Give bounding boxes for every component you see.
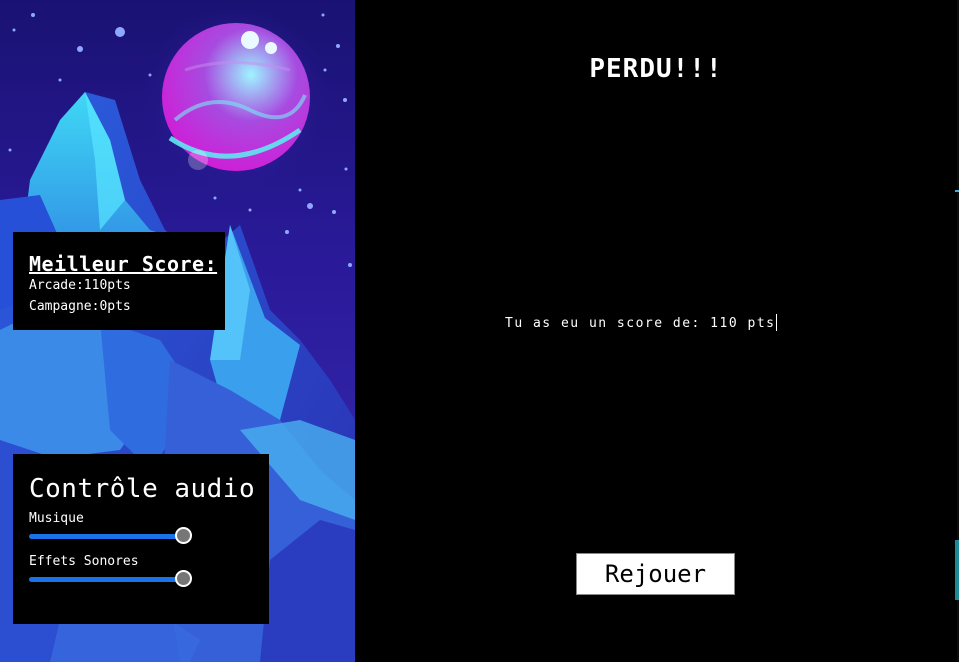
music-slider-label: Musique <box>29 511 84 526</box>
best-score-panel: Meilleur Score: Arcade:110pts Campagne:0… <box>13 232 225 330</box>
slider-track <box>29 577 179 582</box>
edge-mark <box>955 540 959 600</box>
edge-mark <box>955 190 959 192</box>
space-background: Meilleur Score: Arcade:110pts Campagne:0… <box>0 0 355 662</box>
game-over-title: PERDU!!! <box>589 54 723 84</box>
slider-thumb[interactable] <box>174 527 192 544</box>
music-volume-slider[interactable] <box>29 527 192 547</box>
final-score-message: Tu as eu un score de: 110 pts <box>505 314 778 331</box>
final-score-text: Tu as eu un score de: 110 pts <box>505 316 776 331</box>
sfx-slider-label: Effets Sonores <box>29 554 139 569</box>
best-score-title: Meilleur Score: <box>29 252 218 276</box>
arcade-score: Arcade:110pts <box>29 278 131 293</box>
audio-control-panel: Contrôle audio Musique Effets Sonores <box>13 454 269 624</box>
replay-button[interactable]: Rejouer <box>576 553 735 595</box>
text-cursor <box>776 314 778 331</box>
audio-control-title: Contrôle audio <box>29 474 256 504</box>
slider-track <box>29 534 179 539</box>
planet <box>162 23 310 171</box>
slider-thumb[interactable] <box>174 570 192 587</box>
sfx-volume-slider[interactable] <box>29 570 192 590</box>
campagne-score: Campagne:0pts <box>29 299 131 314</box>
game-area: PERDU!!! Tu as eu un score de: 110 pts R… <box>355 0 957 662</box>
